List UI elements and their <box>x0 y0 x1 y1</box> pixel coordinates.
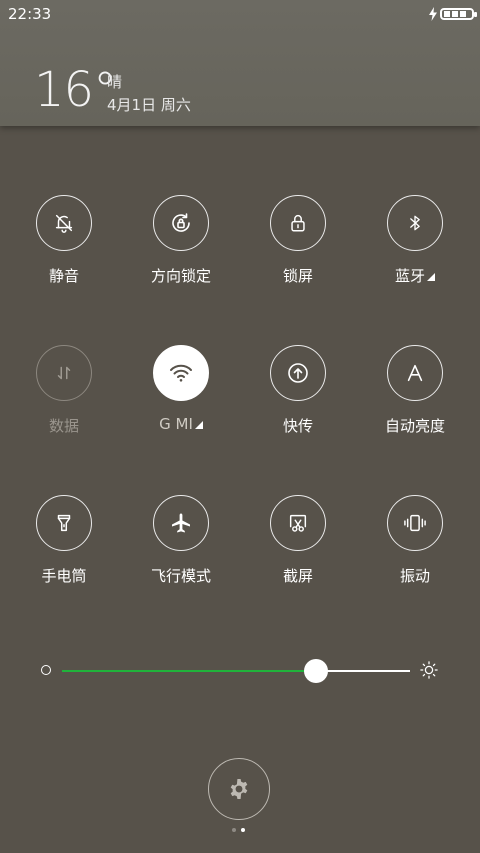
temperature: 16° <box>34 62 117 118</box>
status-time: 22:33 <box>8 5 52 23</box>
quick-transfer-button[interactable] <box>270 345 326 401</box>
toggle-label: 静音 <box>48 267 79 285</box>
wifi-icon <box>170 364 192 382</box>
toggle-airplane-mode[interactable]: 飞行模式 <box>126 495 236 586</box>
toggle-mobile-data[interactable]: 数据 <box>9 345 119 436</box>
auto-brightness-icon <box>407 364 423 382</box>
rotation-lock-icon <box>172 213 190 232</box>
toggle-label: 数据 <box>48 417 79 435</box>
toggle-label: 锁屏 <box>282 267 313 285</box>
bell-off-icon <box>55 214 73 233</box>
rotation-lock-button[interactable] <box>153 195 209 251</box>
toggle-auto-brightness[interactable]: 自动亮度 <box>360 345 470 436</box>
airplane-mode-button[interactable] <box>153 495 209 551</box>
toggle-label: 方向锁定 <box>150 267 211 285</box>
bluetooth-label: 蓝牙 <box>394 267 425 285</box>
vibrate-button[interactable] <box>387 495 443 551</box>
toggle-quick-transfer[interactable]: 快传 <box>243 345 353 436</box>
toggle-wifi[interactable]: G MI <box>126 345 236 433</box>
toggle-label: 截屏 <box>282 567 313 585</box>
brightness-slider-fill <box>62 670 317 672</box>
bluetooth-button[interactable] <box>387 195 443 251</box>
page-dot-active[interactable] <box>241 828 245 832</box>
flashlight-button[interactable] <box>36 495 92 551</box>
toggle-flashlight[interactable]: 手电筒 <box>9 495 119 586</box>
auto-brightness-button[interactable] <box>387 345 443 401</box>
vibrate-icon <box>404 514 426 532</box>
toggle-rotation-lock[interactable]: 方向锁定 <box>126 195 236 286</box>
brightness-slider[interactable] <box>62 659 410 683</box>
lock-icon <box>291 215 305 232</box>
toggle-label: 手电筒 <box>41 567 87 585</box>
page-indicator <box>232 828 245 832</box>
toggle-vibrate[interactable]: 振动 <box>360 495 470 586</box>
screenshot-button[interactable] <box>270 495 326 551</box>
weather-condition: 晴 <box>107 73 123 91</box>
brightness-low-icon <box>41 665 51 675</box>
toggle-mute[interactable]: 静音 <box>9 195 119 286</box>
bluetooth-icon <box>410 215 420 231</box>
gear-icon <box>230 779 248 799</box>
toggle-label-with-menu: G MI <box>126 415 236 433</box>
airplane-icon <box>172 513 190 533</box>
battery-icon <box>440 8 477 20</box>
dropdown-triangle-icon[interactable] <box>194 421 203 429</box>
toggle-label: 振动 <box>399 567 430 585</box>
toggle-label-with-menu: 蓝牙 <box>360 265 470 286</box>
toggle-label: 快传 <box>282 417 313 435</box>
charging-icon <box>429 7 437 21</box>
toggle-label: 飞行模式 <box>150 567 211 585</box>
date: 4月1日 周六 <box>107 96 191 114</box>
flashlight-icon <box>57 514 71 532</box>
page-dot[interactable] <box>232 828 236 832</box>
toggle-bluetooth[interactable]: 蓝牙 <box>360 195 470 286</box>
mute-button[interactable] <box>36 195 92 251</box>
mobile-data-button[interactable] <box>36 345 92 401</box>
status-icons <box>428 6 477 22</box>
toggle-screenshot[interactable]: 截屏 <box>243 495 353 586</box>
mobile-data-icon <box>57 366 71 380</box>
brightness-slider-thumb[interactable] <box>304 659 329 683</box>
settings-button[interactable] <box>208 758 270 820</box>
wifi-network-label: G MI <box>159 415 193 433</box>
toggle-label: 自动亮度 <box>384 417 445 435</box>
toggle-lock-screen[interactable]: 锁屏 <box>243 195 353 286</box>
quick-transfer-icon <box>288 363 308 383</box>
wifi-button[interactable] <box>153 345 209 401</box>
brightness-high-icon <box>420 661 438 679</box>
screenshot-icon <box>289 514 307 532</box>
lock-screen-button[interactable] <box>270 195 326 251</box>
status-bar: 22:33 <box>0 0 480 28</box>
dropdown-triangle-icon[interactable] <box>427 273 435 281</box>
